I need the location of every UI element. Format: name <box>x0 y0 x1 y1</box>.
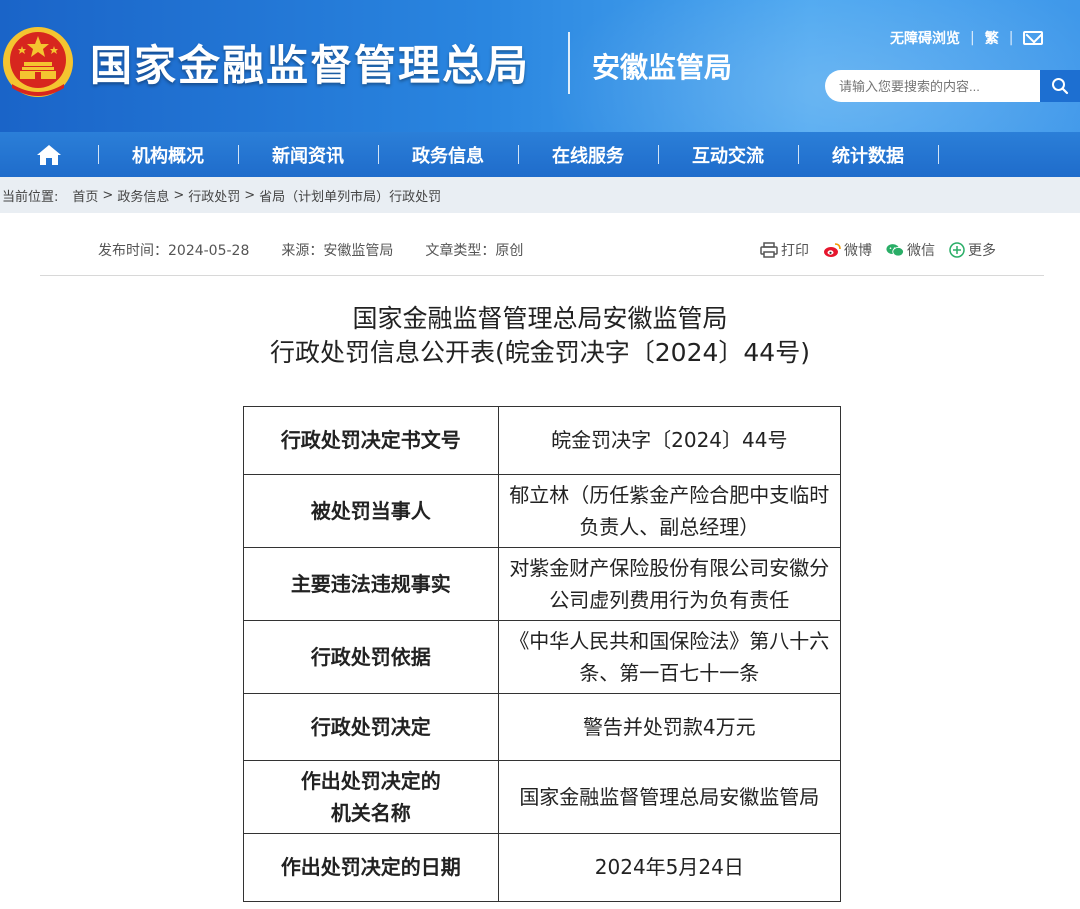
article-type: 文章类型：原创 <box>425 243 524 259</box>
accessibility-link[interactable]: 无障碍浏览 <box>890 28 960 48</box>
breadcrumb-prefix: 当前位置: <box>2 189 59 205</box>
row-label: 行政处罚依据 <box>243 619 499 694</box>
table-row: 行政处罚依据 《中华人民共和国保险法》第八十六条、第一百七十一条 <box>243 619 842 694</box>
org-title[interactable]: 国家金融监督管理总局 <box>90 32 530 93</box>
nav-item-gov-info[interactable]: 政务信息 <box>378 132 518 177</box>
print-button[interactable]: 打印 <box>760 240 809 260</box>
row-label: 主要违法违规事实 <box>243 546 499 621</box>
breadcrumb-penalty[interactable]: 行政处罚 <box>188 186 240 205</box>
more-button[interactable]: 更多 <box>949 240 996 260</box>
breadcrumb: 当前位置: 首页 > 政务信息 > 行政处罚 > 省局（计划单列市局）行政处罚 <box>0 177 1080 213</box>
mail-icon[interactable] <box>1023 31 1044 45</box>
article-source: 来源：安徽监管局 <box>281 243 394 259</box>
row-value: 警告并处罚款4万元 <box>497 692 842 761</box>
row-label: 行政处罚决定 <box>243 692 499 761</box>
search-input[interactable] <box>825 70 1040 102</box>
main-nav: 机构概况 新闻资讯 政务信息 在线服务 互动交流 统计数据 <box>0 132 1080 177</box>
nav-item-about[interactable]: 机构概况 <box>98 132 238 177</box>
national-emblem-icon[interactable] <box>2 24 74 100</box>
nav-home[interactable] <box>0 132 98 177</box>
table-row: 被处罚当事人 郁立林（历任紫金产险合肥中支临时负责人、副总经理） <box>243 473 842 548</box>
traditional-chinese-link[interactable]: 繁 <box>985 28 999 48</box>
breadcrumb-separator: > <box>102 187 114 203</box>
penalty-info-table: 行政处罚决定书文号 皖金罚决字〔2024〕44号 被处罚当事人 郁立林（历任紫金… <box>243 406 842 902</box>
breadcrumb-home[interactable]: 首页 <box>72 186 98 205</box>
site-header: 国家金融监督管理总局 安徽监管局 无障碍浏览 | 繁 | <box>0 0 1080 132</box>
row-label: 作出处罚决定的日期 <box>243 833 499 902</box>
link-separator: | <box>970 30 975 46</box>
row-label: 被处罚当事人 <box>243 473 499 548</box>
table-row: 行政处罚决定 警告并处罚款4万元 <box>243 692 842 761</box>
table-row: 作出处罚决定的机关名称 国家金融监督管理总局安徽监管局 <box>243 760 842 834</box>
nav-item-online-service[interactable]: 在线服务 <box>518 132 658 177</box>
breadcrumb-separator: > <box>173 187 185 203</box>
row-value: 皖金罚决字〔2024〕44号 <box>497 406 842 475</box>
home-icon <box>37 144 61 165</box>
weibo-button[interactable]: 微博 <box>823 240 872 260</box>
document-title-line1: 国家金融监督管理总局安徽监管局 <box>352 304 728 333</box>
weibo-icon <box>824 243 841 257</box>
content-divider <box>40 275 1044 276</box>
breadcrumb-gov-info[interactable]: 政务信息 <box>117 186 169 205</box>
share-toolbar: 打印 微博 微信 更多 <box>760 240 996 260</box>
nav-item-news[interactable]: 新闻资讯 <box>238 132 378 177</box>
header-divider <box>568 32 570 94</box>
weibo-label: 微博 <box>844 243 872 259</box>
row-value: 《中华人民共和国保险法》第八十六条、第一百七十一条 <box>497 619 842 694</box>
row-value: 对紫金财产保险股份有限公司安徽分公司虚列费用行为负有责任 <box>497 546 842 621</box>
branch-title[interactable]: 安徽监管局 <box>592 46 732 86</box>
wechat-icon <box>886 244 904 257</box>
table-row: 行政处罚决定书文号 皖金罚决字〔2024〕44号 <box>243 406 842 475</box>
link-separator: | <box>1008 30 1014 46</box>
nav-item-interaction[interactable]: 互动交流 <box>658 132 798 177</box>
row-value: 2024年5月24日 <box>497 833 842 902</box>
article-meta: 发布时间：2024-05-28 来源：安徽监管局 文章类型：原创 <box>98 240 523 260</box>
more-label: 更多 <box>968 243 996 259</box>
search-button[interactable] <box>1040 70 1080 102</box>
row-label: 作出处罚决定的机关名称 <box>243 760 499 834</box>
nav-item-statistics[interactable]: 统计数据 <box>798 132 938 177</box>
document-title-line2: 行政处罚信息公开表(皖金罚决字〔2024〕44号) <box>270 338 810 367</box>
breadcrumb-separator: > <box>244 187 256 203</box>
publish-date: 发布时间：2024-05-28 <box>98 243 250 259</box>
row-label: 行政处罚决定书文号 <box>243 406 499 475</box>
printer-icon <box>760 242 778 258</box>
table-row: 主要违法违规事实 对紫金财产保险股份有限公司安徽分公司虚列费用行为负有责任 <box>243 546 842 621</box>
top-links: 无障碍浏览 | 繁 | <box>890 28 1044 48</box>
plus-circle-icon <box>949 242 965 258</box>
breadcrumb-provincial-penalty[interactable]: 省局（计划单列市局）行政处罚 <box>259 186 441 205</box>
nav-separator <box>938 145 939 164</box>
row-value: 郁立林（历任紫金产险合肥中支临时负责人、副总经理） <box>497 473 842 548</box>
document-title: 国家金融监督管理总局安徽监管局 行政处罚信息公开表(皖金罚决字〔2024〕44号… <box>0 302 1080 370</box>
row-value: 国家金融监督管理总局安徽监管局 <box>497 760 842 834</box>
search-icon <box>1052 78 1069 95</box>
print-label: 打印 <box>781 243 809 259</box>
table-row: 作出处罚决定的日期 2024年5月24日 <box>243 833 842 902</box>
wechat-button[interactable]: 微信 <box>886 240 935 260</box>
wechat-label: 微信 <box>907 243 935 259</box>
